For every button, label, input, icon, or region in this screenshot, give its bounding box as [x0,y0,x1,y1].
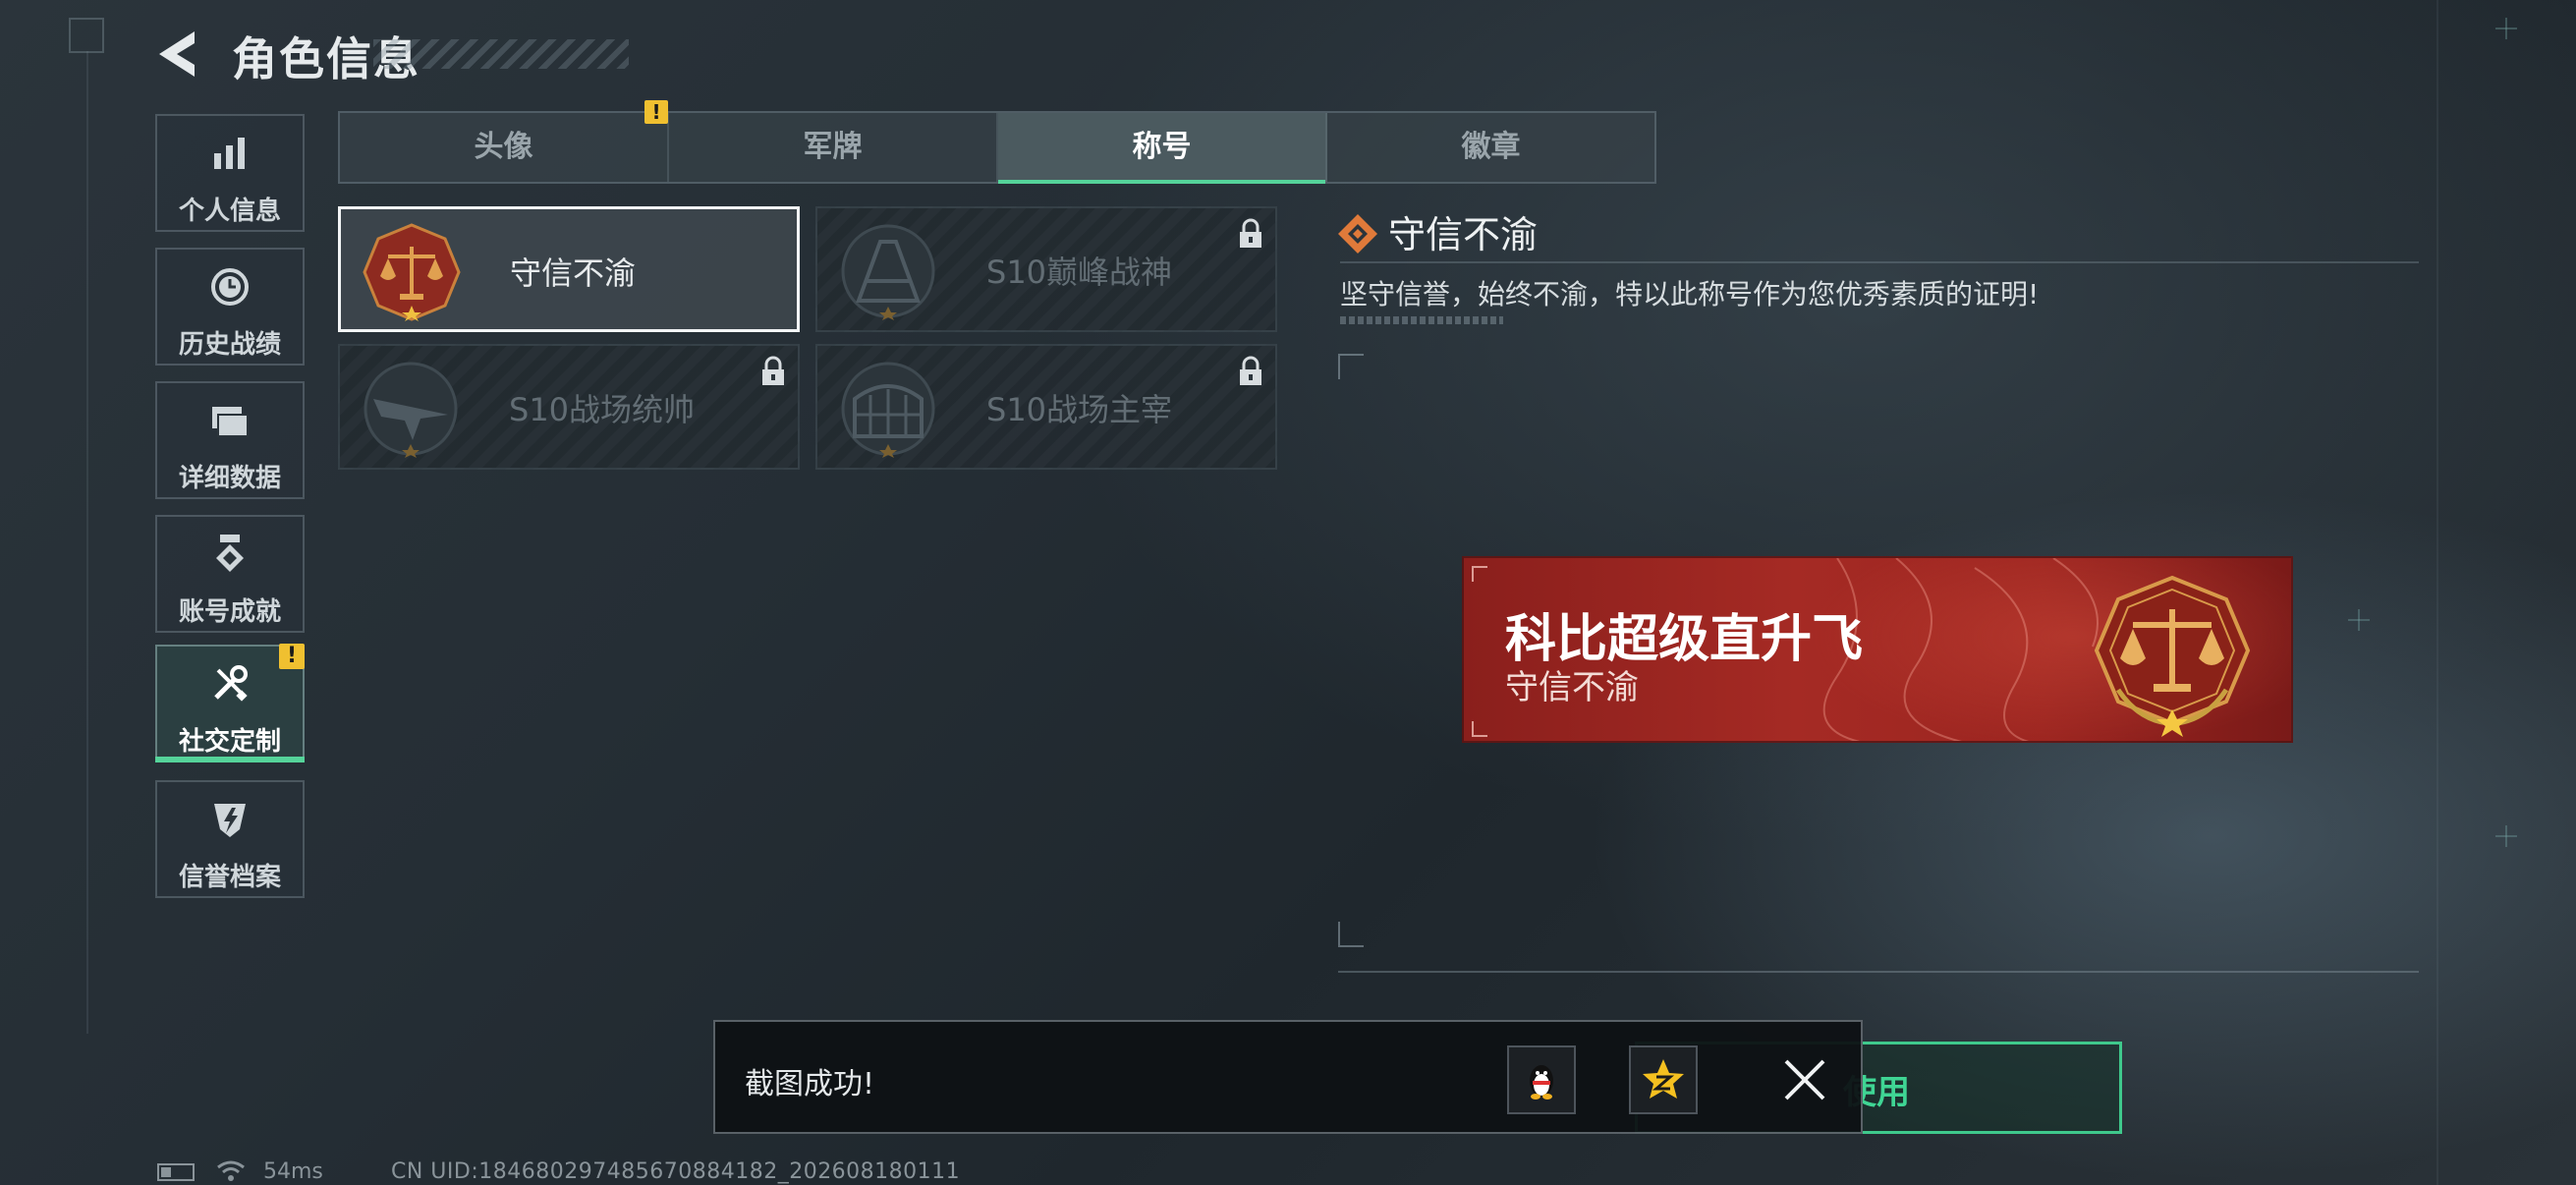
justice-scale-medal-icon [363,223,461,321]
tower-medal-icon [841,224,935,320]
aircraft-medal-icon [364,362,458,458]
preview-title: 守信不渝 [1505,668,1639,707]
sidebar-item-reputation[interactable]: 信誉档案 [155,780,305,898]
sidebar-item-label: 详细数据 [178,464,281,493]
ping-value: 54ms [263,1159,323,1184]
frame-corner [1338,354,1364,379]
frame-corner [1338,922,1364,947]
qq-penguin-icon [1530,1065,1553,1100]
sidebar-item-detail-data[interactable]: 详细数据 [155,381,305,499]
title-name: S10战场主宰 [986,391,1173,428]
sidebar-item-achievements[interactable]: 账号成就 [155,515,305,633]
crosshair-decoration [2348,609,2370,631]
close-icon[interactable] [1782,1057,1827,1102]
tab-badge[interactable]: 徽章 [1327,113,1654,182]
back-arrow-icon[interactable] [155,28,202,81]
crosshair-decoration [2495,18,2517,39]
justice-scale-medal-icon [2094,575,2251,737]
colosseum-medal-icon [841,362,935,458]
title-card-commander[interactable]: S10战场统帅 [338,344,800,470]
crosshair-decoration [2495,825,2517,847]
frame-corner [1472,566,1487,582]
tab-label: 头像 [474,130,533,164]
title-card-peak-god[interactable]: S10巅峰战神 [815,206,1277,332]
sidebar-item-history[interactable]: 历史战绩 [155,248,305,366]
share-qq-button[interactable] [1507,1045,1576,1114]
lock-icon [1240,356,1261,385]
sidebar-item-label: 历史战绩 [178,330,281,360]
sidebar-item-label: 账号成就 [178,597,281,627]
bar-chart-icon [157,132,303,175]
title-name: S10巅峰战神 [986,254,1173,291]
corner-decoration [69,18,104,53]
title-name: S10战场统帅 [509,391,696,428]
tab-label: 称号 [1132,130,1192,164]
title-card-dominator[interactable]: S10战场主宰 [815,344,1277,470]
qzone-star-icon [1643,1059,1684,1099]
frame-corner [1472,721,1487,737]
medal-icon [157,533,303,576]
tab-title[interactable]: 称号 [998,113,1327,184]
tab-dogtag[interactable]: 军牌 [669,113,998,182]
sidebar-item-label: 信誉档案 [178,863,281,892]
sidebar-item-label: 社交定制 [178,727,281,757]
detail-title: 守信不渝 [1388,213,1539,256]
detail-description: 坚守信誉，始终不渝，特以此称号作为您优秀素质的证明! [1340,278,2040,310]
history-icon [157,265,303,309]
screenshot-toast: 截图成功! [713,1020,1863,1134]
battery-icon [157,1163,195,1181]
frame-line [86,51,88,1034]
folder-icon [157,399,303,442]
shield-emblem-icon [157,798,303,841]
title-decoration [373,39,629,69]
tab-avatar[interactable]: 头像 [340,113,669,182]
divider [1338,971,2419,973]
tab-label: 军牌 [803,130,863,164]
title-preview-banner: 科比超级直升飞 守信不渝 [1462,556,2293,743]
toast-message: 截图成功! [745,1067,875,1101]
share-qzone-button[interactable] [1629,1045,1698,1114]
tab-bar: 头像 军牌 称号 徽章 [338,111,1656,184]
uid-text: CN UID:18468029748567088418​2_2026081801… [391,1159,961,1184]
active-indicator [155,757,305,762]
tab-label: 徽章 [1461,130,1521,164]
divider [1340,261,2419,263]
frame-line-right [2436,0,2438,1185]
title-name: 守信不渝 [510,254,637,292]
lock-icon [762,356,784,385]
alert-badge: ! [644,100,668,124]
decoration-lines [1340,316,1503,324]
wifi-icon [217,1160,245,1181]
sidebar-item-personal-info[interactable]: 个人信息 [155,114,305,232]
title-card-honor[interactable]: 守信不渝 [338,206,800,332]
lock-icon [1240,218,1261,248]
sidebar-item-label: 个人信息 [178,197,281,226]
alert-badge: ! [279,644,305,669]
diamond-emblem-icon [1338,214,1377,254]
